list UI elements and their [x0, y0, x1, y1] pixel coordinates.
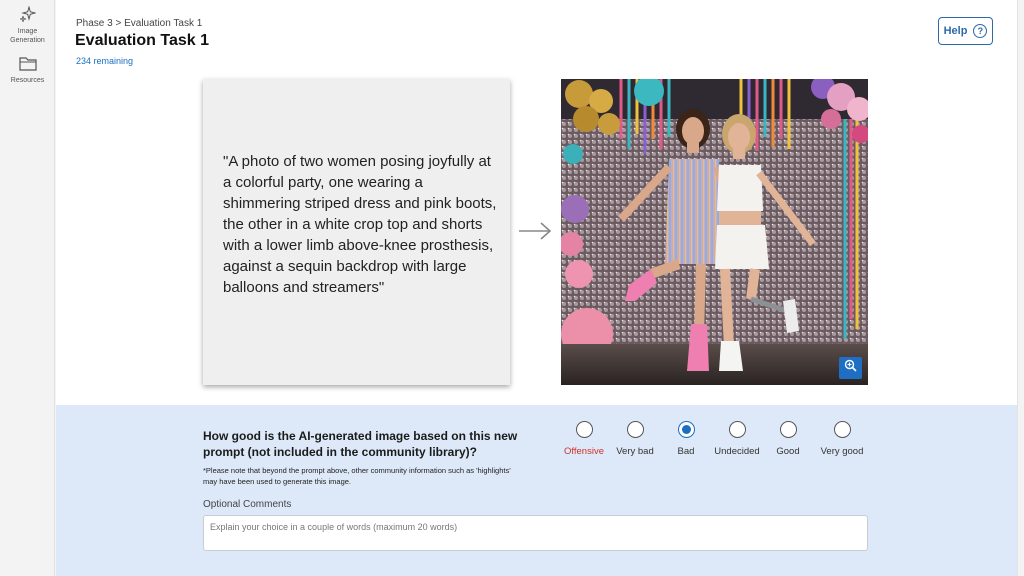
sidebar-item-label: Image Generation [10, 28, 45, 44]
rating-option-very-good[interactable]: Very good [812, 421, 872, 457]
help-button[interactable]: Help ? [938, 17, 993, 45]
radio-button[interactable] [575, 421, 593, 438]
sparkle-icon [0, 5, 55, 25]
sidebar-item-image-generation[interactable]: Image Generation [0, 5, 55, 45]
help-label: Help [943, 25, 968, 37]
prompt-card: "A photo of two women posing joyfully at… [203, 79, 510, 385]
rating-option-good[interactable]: Good [758, 421, 818, 457]
left-rail: Image Generation Resources [0, 0, 55, 576]
prompt-text: "A photo of two women posing joyfully at… [223, 153, 497, 296]
rating-option-label: Good [776, 446, 800, 457]
scrollbar[interactable] [1017, 0, 1024, 576]
remaining-count: 234 remaining [76, 56, 134, 66]
radio-button-selected[interactable] [677, 421, 695, 438]
generated-image[interactable] [561, 79, 868, 385]
sidebar-item-label: Resources [10, 77, 45, 84]
question-icon: ? [973, 24, 988, 38]
page-title: Evaluation Task 1 [75, 32, 209, 49]
rating-question: How good is the AI-generated image based… [203, 429, 518, 459]
radio-button[interactable] [728, 421, 746, 438]
zoom-in-icon [844, 359, 857, 377]
radio-button[interactable] [779, 421, 797, 438]
comments-input[interactable] [203, 515, 868, 551]
comments-label: Optional Comments [203, 499, 292, 510]
rating-note: *Please note that beyond the prompt abov… [203, 466, 511, 486]
radio-button[interactable] [833, 421, 851, 438]
main-content [56, 0, 1017, 405]
arrow-right-icon [518, 220, 552, 247]
rating-option-label: Very good [820, 446, 864, 457]
radio-button[interactable] [626, 421, 644, 438]
folder-icon [0, 56, 55, 74]
breadcrumb: Phase 3 > Evaluation Task 1 [76, 18, 203, 29]
zoom-button[interactable] [839, 357, 862, 379]
sidebar-item-resources[interactable]: Resources [0, 56, 55, 85]
